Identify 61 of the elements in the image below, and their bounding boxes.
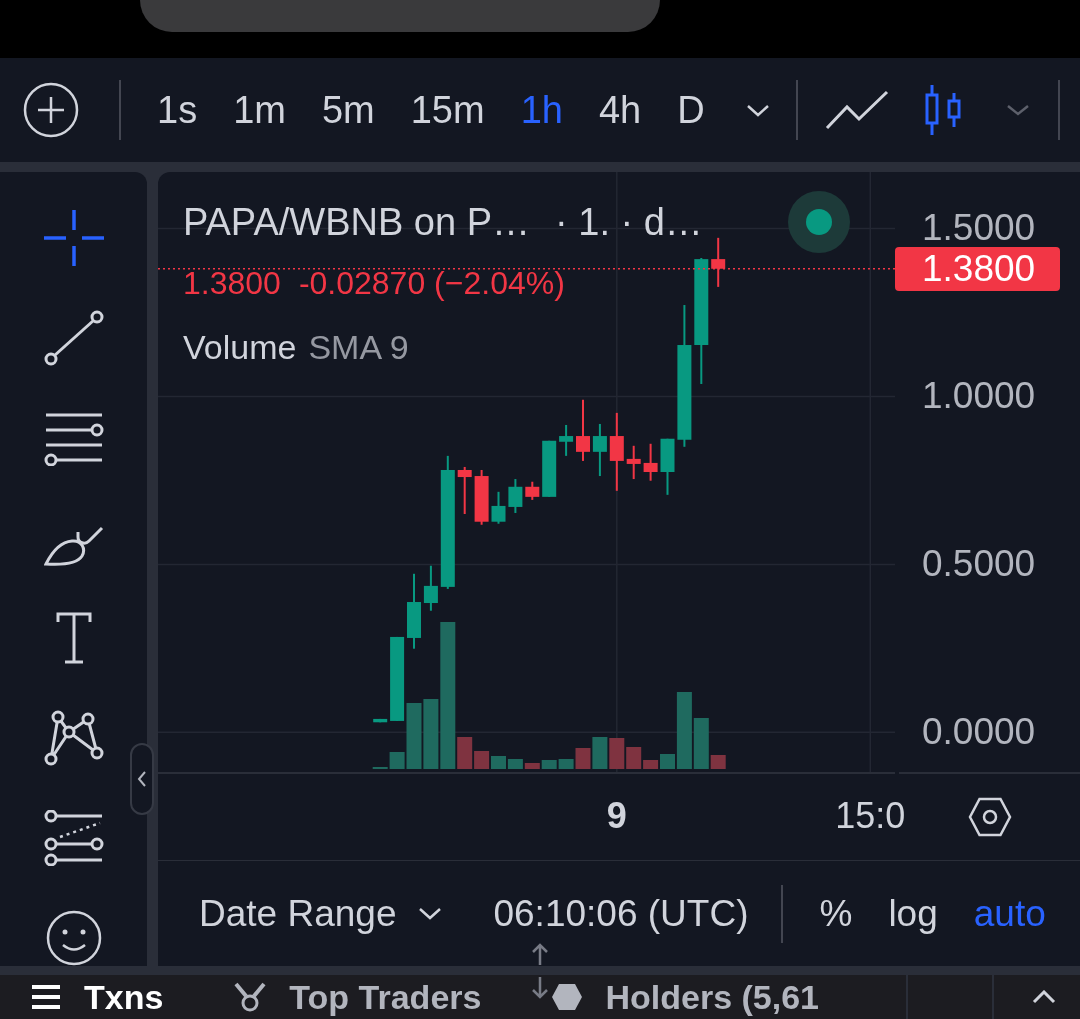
falling-candle — [457, 466, 472, 514]
rising-candle — [508, 479, 523, 513]
pattern-icon[interactable] — [43, 710, 104, 766]
medal-icon — [233, 982, 268, 1012]
clock-time: 06:10:06 (UTC) — [493, 891, 749, 936]
lines-icon[interactable] — [43, 810, 104, 866]
rising-candle — [491, 491, 506, 524]
interval-button[interactable]: 1m — [233, 87, 286, 133]
rising-candle — [592, 423, 607, 477]
tab[interactable]: Holders (5,61 — [551, 977, 819, 1017]
list-icon — [30, 984, 62, 1010]
add-icon[interactable] — [23, 82, 79, 138]
rising-candle — [542, 440, 557, 497]
price-axis-label: 1.5000 — [922, 211, 1036, 246]
price-axis-label: 0.5000 — [922, 547, 1036, 582]
scale-option-button[interactable]: auto — [973, 890, 1046, 937]
falling-candle — [711, 237, 726, 287]
falling-candle — [525, 481, 540, 500]
time-axis-label: 9 — [606, 796, 627, 836]
scale-option-button[interactable]: log — [888, 890, 938, 937]
falling-candle — [626, 445, 641, 480]
settings-icon[interactable] — [967, 797, 1012, 837]
falling-candle — [474, 470, 489, 525]
volume-bar — [491, 756, 506, 769]
rising-candle — [559, 424, 574, 456]
line-segment-icon[interactable] — [43, 310, 104, 366]
tab[interactable]: Top Traders — [233, 977, 482, 1017]
symbol-details: · 1. · d… — [555, 200, 703, 245]
chevron-down-icon — [418, 907, 443, 920]
indicator-name: Volume — [183, 327, 297, 368]
chevron-left-icon — [137, 770, 147, 788]
rising-candle — [373, 718, 388, 723]
last-price-badge: 1.3800 — [895, 246, 1060, 291]
interval-button[interactable]: 4h — [598, 87, 642, 133]
rising-candle — [423, 565, 438, 611]
indicator-params: SMA 9 — [308, 327, 409, 368]
last-price: 1.3800 — [183, 264, 281, 303]
interval-button[interactable]: 15m — [410, 87, 485, 133]
resize-handle-icon[interactable] — [530, 943, 550, 999]
rising-candle — [660, 438, 675, 495]
crosshair-icon[interactable] — [43, 210, 104, 266]
symbol-title: PAPA/WBNB on P… — [183, 200, 531, 245]
interval-button[interactable]: 5m — [321, 87, 375, 133]
price-change: -0.02870 (−2.04%) — [298, 264, 565, 303]
interval-button[interactable]: 1s — [157, 87, 198, 133]
status-dot-icon — [788, 191, 850, 253]
tab[interactable]: Txns — [30, 977, 164, 1017]
falling-candle — [576, 399, 590, 461]
line-chart-icon[interactable] — [824, 90, 889, 130]
date-range-button[interactable]: Date Range — [199, 890, 443, 937]
interval-button[interactable]: 1h — [520, 87, 563, 133]
caret-up-icon[interactable] — [1032, 990, 1056, 1004]
time-axis-label: 15:0 — [835, 796, 906, 836]
price-axis-label: 1.0000 — [922, 379, 1036, 414]
interval-button[interactable]: D — [677, 87, 705, 133]
volume-bar — [609, 738, 625, 769]
falling-candle — [643, 443, 658, 481]
price-axis-label: 0.0000 — [922, 715, 1036, 750]
scale-option-button[interactable]: % — [819, 890, 853, 937]
hexagon-icon — [551, 983, 584, 1011]
collapse-button[interactable] — [130, 743, 154, 815]
